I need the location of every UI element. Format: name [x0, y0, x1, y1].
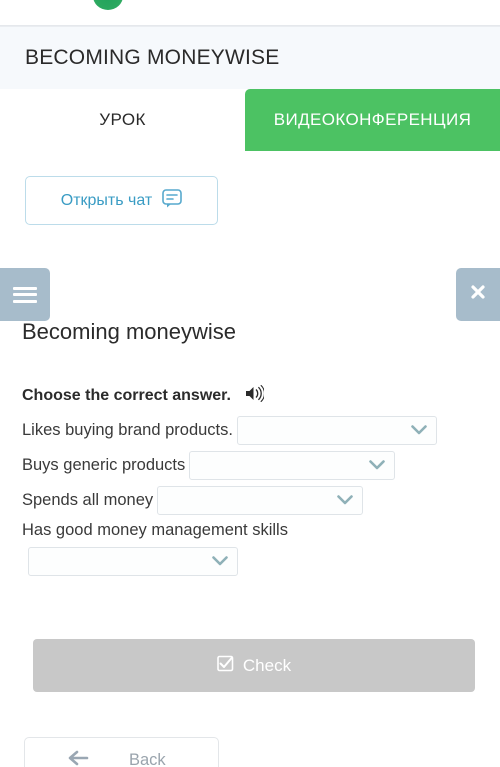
question-list: Likes buying brand products. Buys generi… — [22, 416, 500, 582]
instruction-text: Choose the correct answer. — [22, 387, 231, 404]
checkbox-checked-icon — [217, 655, 234, 677]
question-row: Buys generic products — [22, 451, 500, 480]
tab-bar: УРОК ВИДЕОКОНФЕРЕНЦИЯ — [0, 89, 500, 151]
hamburger-menu-icon — [13, 283, 37, 306]
tab-lesson-label: УРОК — [99, 110, 146, 129]
question-label: Likes buying brand products. — [22, 421, 233, 439]
chevron-down-icon — [369, 457, 386, 475]
question-row: Likes buying brand products. — [22, 416, 500, 445]
question-label: Buys generic products — [22, 456, 186, 474]
chevron-down-icon — [411, 422, 427, 440]
arrow-left-icon — [67, 750, 89, 767]
check-button-label: Check — [242, 655, 292, 675]
course-header-bar: BECOMING MONEYWISE — [0, 27, 500, 89]
answer-select-3[interactable] — [28, 547, 238, 576]
answer-select-1[interactable] — [189, 451, 396, 480]
check-button[interactable]: Check — [33, 639, 475, 692]
open-chat-button[interactable]: Открыть чат — [25, 176, 218, 225]
course-title: BECOMING MONEYWISE — [25, 46, 280, 69]
back-button-label: Back — [129, 750, 166, 767]
close-button[interactable] — [456, 268, 500, 321]
back-button[interactable]: Back — [24, 737, 219, 767]
question-row: Has good money management skills — [22, 521, 500, 576]
chevron-down-icon — [337, 492, 353, 510]
tab-lesson[interactable]: УРОК — [0, 89, 245, 151]
open-chat-label: Открыть чат — [60, 191, 153, 209]
chat-bubble-icon — [162, 188, 183, 213]
hamburger-menu-button[interactable] — [0, 268, 50, 321]
answer-select-0[interactable] — [236, 416, 437, 445]
question-label: Has good money management skills — [22, 521, 288, 539]
question-row: Spends all money — [22, 486, 500, 515]
tab-videoconference-label: ВИДЕОКОНФЕРЕНЦИЯ — [273, 110, 472, 129]
question-label: Spends all money — [22, 491, 154, 509]
app-root: BECOMING MONEYWISE УРОК ВИДЕОКОНФЕРЕНЦИЯ… — [0, 0, 500, 767]
speaker-icon[interactable] — [245, 384, 265, 407]
tab-videoconference[interactable]: ВИДЕОКОНФЕРЕНЦИЯ — [245, 89, 500, 151]
close-icon — [469, 283, 487, 306]
green-avatar-circle[interactable] — [93, 0, 123, 10]
lesson-content-card: Becoming moneywise Choose the correct an… — [0, 268, 500, 767]
chevron-down-icon — [212, 553, 228, 571]
answer-select-2[interactable] — [157, 486, 364, 515]
lesson-title: Becoming moneywise — [22, 319, 236, 344]
instruction-row: Choose the correct answer. — [22, 384, 265, 407]
top-strip — [0, 0, 500, 26]
